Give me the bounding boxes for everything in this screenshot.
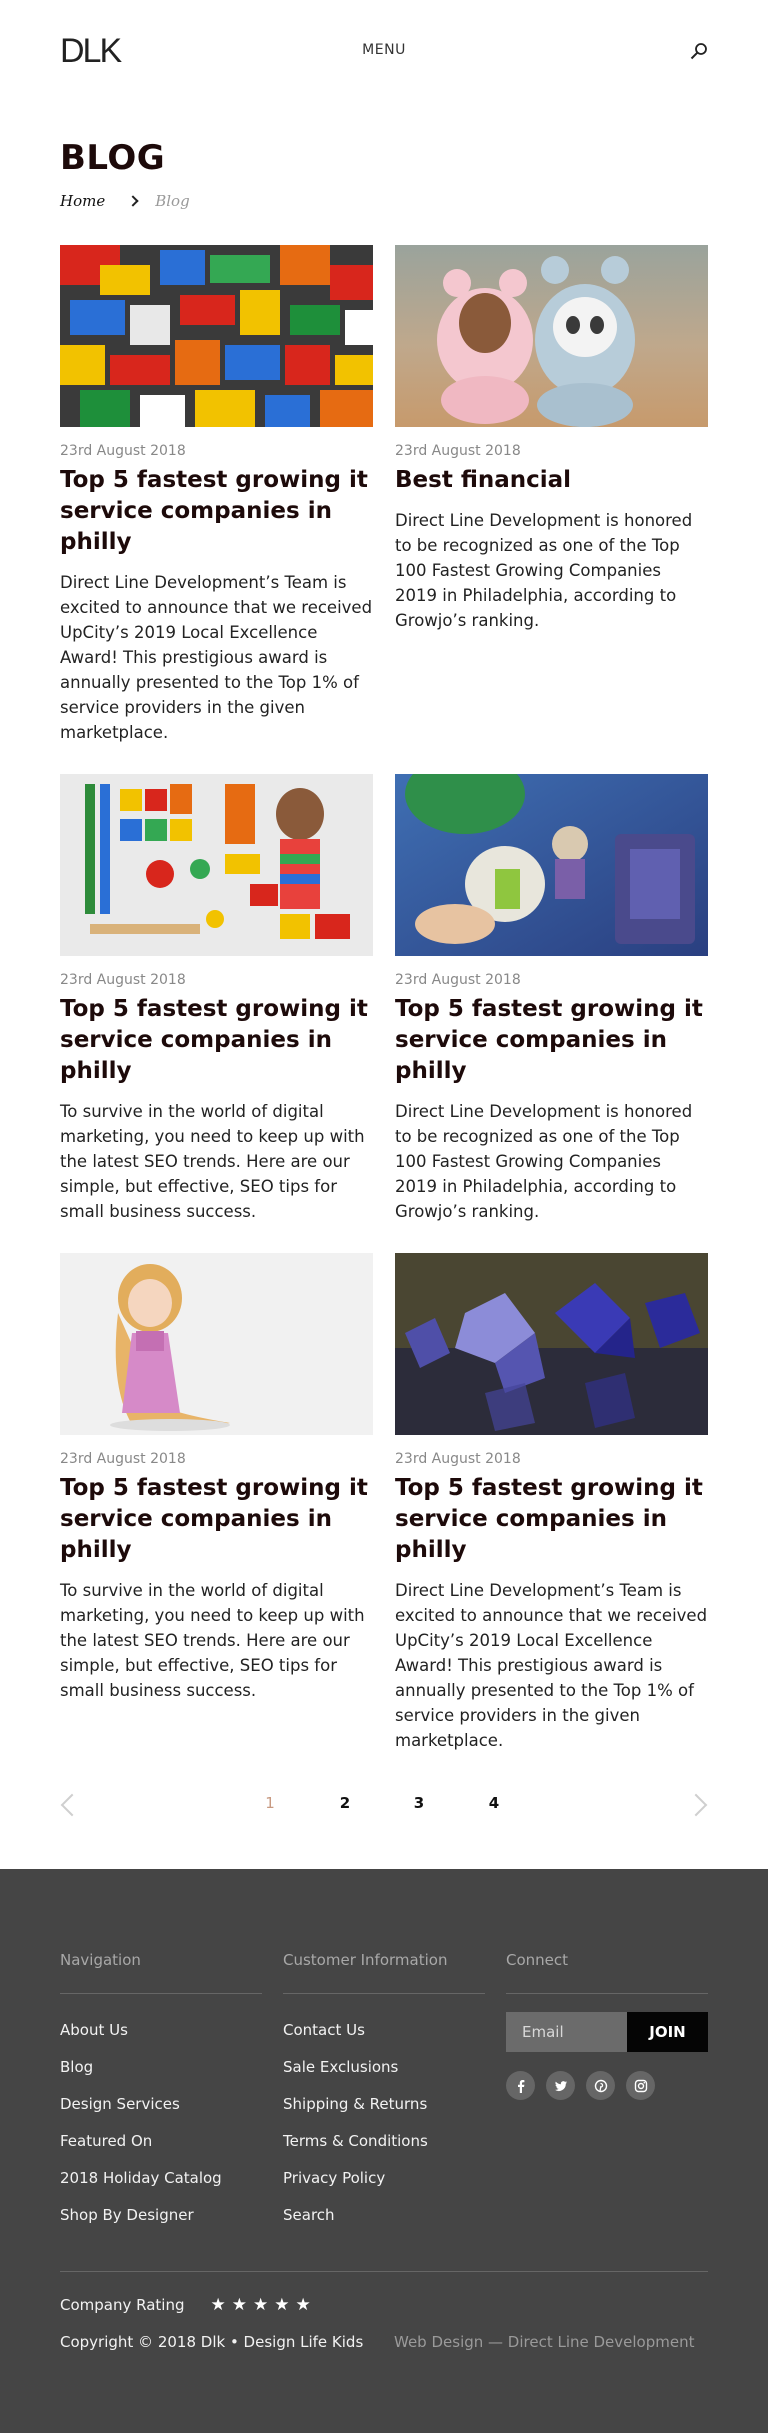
footer-heading: Connect [506,1951,569,1969]
blog-post-card[interactable]: 23rd August 2018 Top 5 fastest growing i… [60,1253,373,1703]
footer-link-featured-on[interactable]: Featured On [60,2123,262,2160]
copyright-text: Copyright © 2018 Dlk • Design Life Kids [60,2333,364,2351]
breadcrumb: Home Blog [60,192,190,210]
divider [283,1993,485,1994]
post-excerpt: Direct Line Development is honored to be… [395,511,693,630]
site-header: DLK MENU [0,0,768,100]
sorted-toys-image[interactable] [60,774,373,956]
divider [60,1993,262,1994]
post-excerpt: Direct Line Development’s Team is excite… [60,573,373,742]
footer-link-blog[interactable]: Blog [60,2049,262,2086]
breadcrumb-current: Blog [155,192,190,210]
footer-link-about-us[interactable]: About Us [60,2012,262,2049]
social-links [506,2071,708,2100]
page-1-link[interactable]: 1 [260,1794,280,1812]
post-title[interactable]: Top 5 fastest growing it service compani… [395,994,708,1087]
toy-bears-image[interactable] [395,245,708,427]
blog-post-card[interactable]: 23rd August 2018 Top 5 fastest growing i… [395,1253,708,1753]
star-rating-icon: ★★★★★ [210,2295,317,2315]
chevron-left-icon[interactable] [60,1793,84,1817]
footer-link-search[interactable]: Search [283,2197,485,2234]
company-rating-label: Company Rating [60,2296,185,2314]
footer-link-sale-exclusions[interactable]: Sale Exclusions [283,2049,485,2086]
post-title[interactable]: Top 5 fastest growing it service compani… [60,465,373,558]
breadcrumb-home-link[interactable]: Home [60,192,105,210]
page-2-link[interactable]: 2 [335,1794,355,1812]
footer-heading: Navigation [60,1951,141,1969]
join-button[interactable]: JOIN [627,2012,708,2052]
site-footer: Navigation About Us Blog Design Services… [0,1869,768,2433]
footer-navigation: Navigation About Us Blog Design Services… [60,1951,262,2234]
footer-link-holiday-catalog[interactable]: 2018 Holiday Catalog [60,2160,262,2197]
buzz-lightyear-image[interactable] [395,774,708,956]
footer-link-design-services[interactable]: Design Services [60,2086,262,2123]
page-title: BLOG [60,138,166,178]
post-date: 23rd August 2018 [395,972,521,988]
chevron-right-icon [127,195,139,207]
page-4-link[interactable]: 4 [484,1794,504,1812]
post-title[interactable]: Top 5 fastest growing it service compani… [60,994,373,1087]
menu-button[interactable]: MENU [0,42,768,58]
footer-link-contact-us[interactable]: Contact Us [283,2012,485,2049]
search-icon[interactable] [690,42,708,60]
rapunzel-figure-image[interactable] [60,1253,373,1435]
dice-image[interactable] [395,1253,708,1435]
post-excerpt: To survive in the world of digital marke… [60,1102,365,1221]
newsletter-form: JOIN [506,2012,708,2052]
web-design-credit-link[interactable]: Web Design — Direct Line Development [394,2333,694,2351]
post-date: 23rd August 2018 [395,1451,521,1467]
post-title[interactable]: Top 5 fastest growing it service compani… [60,1473,373,1566]
post-excerpt: Direct Line Development is honored to be… [395,1102,693,1221]
pagination: 1 2 3 4 [0,1790,768,1820]
post-title[interactable]: Top 5 fastest growing it service compani… [395,1473,708,1566]
footer-link-shop-by-designer[interactable]: Shop By Designer [60,2197,262,2234]
divider [506,1993,708,1994]
footer-link-terms-conditions[interactable]: Terms & Conditions [283,2123,485,2160]
post-title[interactable]: Best financial [395,465,708,496]
divider [60,2271,708,2272]
page-3-link[interactable]: 3 [409,1794,429,1812]
post-excerpt: To survive in the world of digital marke… [60,1581,365,1700]
post-excerpt: Direct Line Development’s Team is excite… [395,1581,708,1750]
post-date: 23rd August 2018 [395,443,521,459]
footer-link-privacy-policy[interactable]: Privacy Policy [283,2160,485,2197]
post-date: 23rd August 2018 [60,1451,186,1467]
blog-post-card[interactable]: 23rd August 2018 Best financial Direct L… [395,245,708,633]
twitter-icon[interactable] [546,2071,575,2100]
email-field[interactable] [506,2012,627,2052]
instagram-icon[interactable] [626,2071,655,2100]
chevron-right-icon[interactable] [684,1793,708,1817]
lego-bricks-image[interactable] [60,245,373,427]
blog-post-card[interactable]: 23rd August 2018 Top 5 fastest growing i… [60,245,373,745]
facebook-icon[interactable] [506,2071,535,2100]
footer-customer-information: Customer Information Contact Us Sale Exc… [283,1951,485,2234]
footer-connect: Connect JOIN [506,1951,708,2100]
post-date: 23rd August 2018 [60,972,186,988]
company-rating: Company Rating ★★★★★ [60,2295,317,2315]
blog-post-card[interactable]: 23rd August 2018 Top 5 fastest growing i… [395,774,708,1224]
pinterest-icon[interactable] [586,2071,615,2100]
blog-post-card[interactable]: 23rd August 2018 Top 5 fastest growing i… [60,774,373,1224]
footer-link-shipping-returns[interactable]: Shipping & Returns [283,2086,485,2123]
post-date: 23rd August 2018 [60,443,186,459]
footer-heading: Customer Information [283,1951,448,1969]
